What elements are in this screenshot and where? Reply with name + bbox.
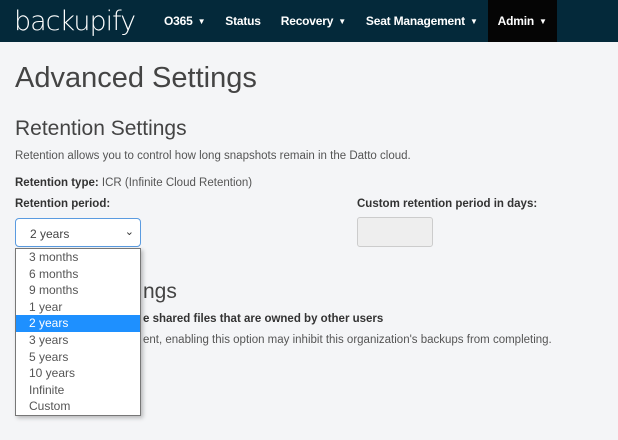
nav-status[interactable]: Status — [215, 0, 270, 42]
retention-heading: Retention Settings — [15, 117, 187, 140]
nav-label: O365 — [164, 14, 193, 28]
chevron-down-icon: ⌄ — [124, 226, 134, 238]
section-heading-fragment: ngs — [143, 280, 177, 303]
nav-label: Admin — [497, 14, 535, 28]
nav-seat-management[interactable]: Seat Management ▼ — [356, 0, 488, 42]
shared-files-note: ent, enabling this option may inhibit th… — [143, 334, 552, 346]
caret-down-icon: ▼ — [197, 16, 206, 26]
nav-label: Seat Management — [365, 14, 465, 28]
nav-admin[interactable]: Admin ▼ — [487, 0, 557, 42]
dropdown-option[interactable]: 6 months — [16, 266, 140, 283]
page-title: Advanced Settings — [15, 62, 257, 94]
custom-retention-label: Custom retention period in days: — [357, 198, 538, 210]
nav-label: Recovery — [280, 14, 334, 28]
dropdown-option[interactable]: 10 years — [16, 365, 140, 382]
custom-retention-input[interactable] — [357, 217, 433, 247]
caret-down-icon: ▼ — [539, 16, 547, 26]
retention-type-label: Retention type: — [15, 177, 99, 189]
dropdown-option[interactable]: 3 years — [16, 332, 140, 349]
retention-period-label: Retention period: — [15, 198, 111, 210]
nav-o365[interactable]: O365 ▼ — [154, 0, 215, 42]
dropdown-option[interactable]: 5 years — [16, 349, 140, 366]
shared-files-option-label[interactable]: e shared files that are owned by other u… — [143, 313, 383, 325]
dropdown-option[interactable]: 2 years — [16, 315, 140, 332]
retention-period-select[interactable]: 2 years ⌄ — [15, 218, 141, 247]
dropdown-option[interactable]: Infinite — [16, 382, 140, 399]
logo[interactable]: backupify — [14, 6, 154, 37]
caret-down-icon: ▼ — [469, 16, 478, 26]
dropdown-option[interactable]: 1 year — [16, 299, 140, 316]
dropdown-option[interactable]: 9 months — [16, 282, 140, 299]
selected-value: 2 years — [30, 227, 70, 241]
nav-recovery[interactable]: Recovery ▼ — [271, 0, 356, 42]
retention-period-dropdown: 3 months 6 months 9 months 1 year 2 years 3 y… — [15, 248, 141, 416]
retention-description: Retention allows you to control how long… — [15, 150, 411, 162]
dropdown-option[interactable]: 3 months — [16, 249, 140, 266]
caret-down-icon: ▼ — [338, 16, 346, 26]
top-navbar: backupify O365 ▼ Status Recovery ▼ Seat Manag… — [0, 0, 618, 42]
dropdown-option[interactable]: Custom — [16, 398, 140, 415]
nav-label: Status — [225, 14, 261, 28]
retention-type-value: ICR (Infinite Cloud Retention) — [101, 177, 253, 189]
